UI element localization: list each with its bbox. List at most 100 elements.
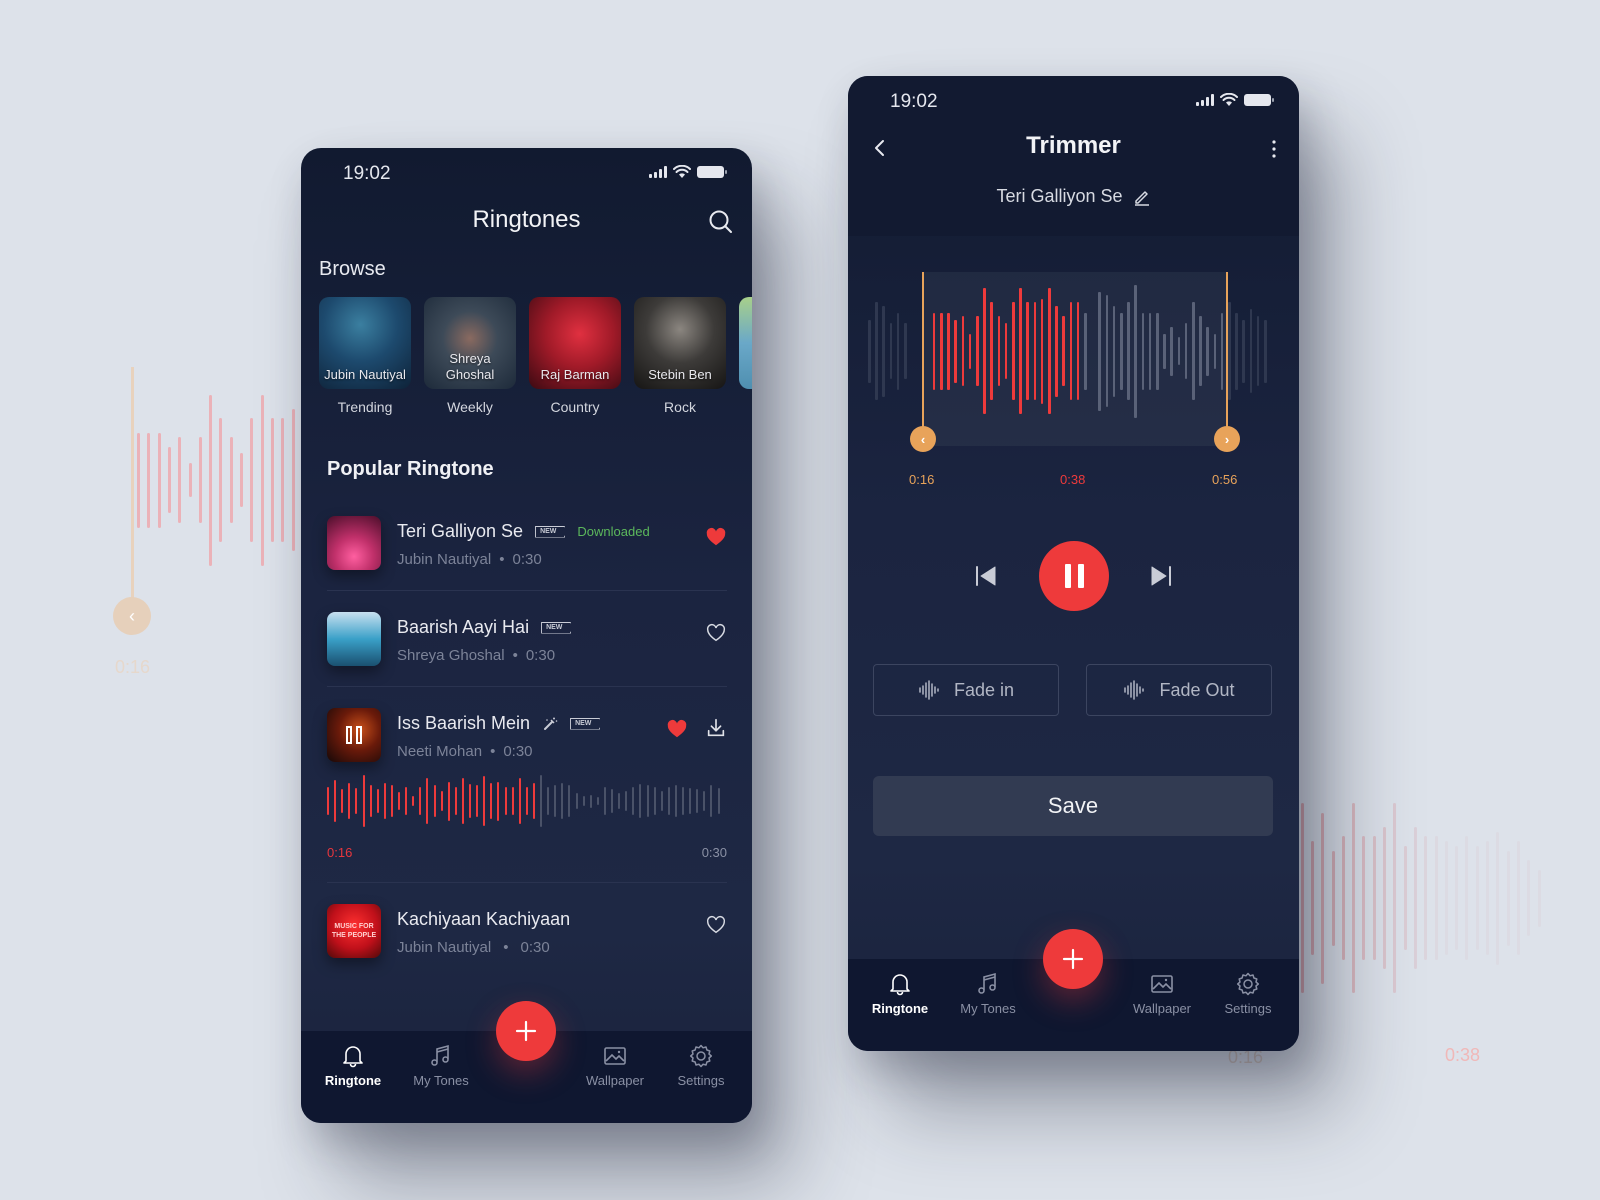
download-icon[interactable] (705, 717, 727, 739)
artist-card[interactable]: Raj Barman (529, 297, 621, 389)
edit-pencil-icon[interactable] (1133, 188, 1151, 206)
skip-next-icon[interactable] (1148, 563, 1174, 589)
artist-card[interactable]: Jubin Nautiyal (319, 297, 411, 389)
waveform-bar (341, 789, 344, 813)
browse-item-weekly[interactable]: Shreya Ghoshal Weekly (424, 297, 516, 415)
waveform-bar (229, 437, 233, 523)
more-vertical-icon[interactable] (1269, 139, 1279, 159)
separator: • (499, 551, 505, 568)
separator: • (503, 939, 509, 956)
waveform-bar (219, 418, 223, 542)
separator: • (512, 647, 518, 664)
waveform-bar (1242, 319, 1245, 383)
fade-out-label: Fade Out (1159, 679, 1235, 700)
gear-icon (1236, 972, 1260, 996)
waveform-bar (1055, 305, 1058, 397)
waveform-bar (968, 333, 972, 369)
tab-my-tones[interactable]: My Tones (948, 971, 1028, 1016)
browse-item-rock[interactable]: Stebin Ben Rock (634, 297, 726, 415)
fade-out-button[interactable]: Fade Out (1086, 664, 1272, 716)
waveform-bar (1076, 302, 1080, 400)
tab-settings[interactable]: Settings (1208, 971, 1288, 1016)
heart-outline-icon[interactable] (705, 622, 727, 644)
artist-card[interactable]: Stebin Ben (634, 297, 726, 389)
save-button[interactable]: Save (873, 776, 1273, 836)
waveform-bar (646, 785, 649, 817)
waveform-bar (1199, 316, 1202, 386)
waveform-bar (1098, 291, 1101, 411)
waveform-bar (603, 786, 606, 816)
artist-name: Stebin Ben (648, 367, 712, 382)
add-button[interactable] (496, 1001, 556, 1061)
trim-start-handle[interactable]: ‹ (910, 426, 936, 452)
waveform-bar (240, 453, 243, 507)
add-button[interactable] (1043, 929, 1103, 989)
artist-name: Shreya Ghoshal (445, 351, 495, 382)
skip-previous-icon[interactable] (973, 563, 999, 589)
category-label: Weekly (447, 399, 493, 415)
waveform-bar (1300, 803, 1304, 993)
waveform-bar (1163, 333, 1166, 369)
waveform-bar (667, 786, 670, 816)
browse-item-country[interactable]: Raj Barman Country (529, 297, 621, 415)
waveform-bar (1127, 302, 1130, 400)
signal-icon (649, 166, 667, 178)
fade-in-button[interactable]: Fade in (873, 664, 1059, 716)
divider (327, 882, 727, 883)
search-icon[interactable] (708, 209, 734, 235)
waveform-bar (1455, 845, 1459, 951)
waveform-bar (1403, 845, 1407, 951)
waveform-bar (376, 789, 379, 813)
song-thumbnail[interactable] (327, 708, 381, 762)
status-time: 19:02 (343, 163, 391, 184)
tab-wallpaper[interactable]: Wallpaper (575, 1043, 655, 1088)
wifi-icon (1220, 93, 1238, 106)
tab-wallpaper[interactable]: Wallpaper (1122, 971, 1202, 1016)
waveform-bar (1235, 312, 1238, 390)
tab-label: Wallpaper (1132, 1001, 1192, 1016)
ringtones-screen: 19:02 Ringtones Browse Jubin Nautiyal Tr… (301, 148, 752, 1123)
song-item[interactable]: Teri Galliyon Se NEW Downloaded Jubin Na… (327, 516, 727, 572)
waveform-bar (490, 782, 493, 820)
waveform-bar (1444, 841, 1448, 955)
pause-icon-bar (1077, 564, 1084, 588)
heart-filled-icon[interactable] (666, 718, 688, 740)
pause-button[interactable] (1039, 541, 1109, 611)
waveform-bar (412, 795, 415, 807)
waveform-bar (260, 394, 264, 566)
waveform-bar (904, 323, 907, 379)
waveform-bar (1475, 845, 1479, 951)
browse-carousel: Jubin Nautiyal Trending Shreya Ghoshal W… (319, 297, 752, 415)
page-title: Trimmer (1026, 132, 1121, 159)
playback-waveform[interactable] (327, 773, 727, 829)
waveform-bar (433, 785, 436, 817)
trim-end-handle[interactable]: › (1214, 426, 1240, 452)
song-duration: 0:30 (525, 647, 556, 664)
tab-ringtone[interactable]: Ringtone (860, 971, 940, 1016)
browse-item-trending[interactable]: Jubin Nautiyal Trending (319, 297, 411, 415)
waveform-bar (1516, 841, 1520, 955)
waveform-bar (1192, 302, 1195, 400)
song-item-playing[interactable]: Iss Baarish Mein NEW Neeti Mohan • 0:30 (327, 708, 727, 764)
tab-settings[interactable]: Settings (661, 1043, 741, 1088)
heart-filled-icon[interactable] (705, 526, 727, 548)
song-artist: Jubin Nautiyal (397, 939, 492, 956)
trim-waveform[interactable] (868, 266, 1278, 446)
tab-my-tones[interactable]: My Tones (401, 1043, 481, 1088)
artist-card[interactable]: Shreya Ghoshal (424, 297, 516, 389)
trim-editor[interactable]: ‹ › 0:16 0:38 0:56 (848, 236, 1299, 496)
heart-outline-icon[interactable] (705, 914, 727, 936)
waveform-bar (1019, 288, 1022, 414)
song-thumbnail: MUSIC FOR THE PEOPLE (327, 904, 381, 958)
waveform-bar (440, 790, 443, 812)
waveform-bar (611, 789, 613, 813)
tab-ringtone[interactable]: Ringtone (313, 1043, 393, 1088)
pause-icon[interactable] (346, 726, 362, 744)
playback-controls (848, 541, 1299, 611)
artist-card-partial[interactable] (739, 297, 752, 389)
song-item[interactable]: MUSIC FOR THE PEOPLE Kachiyaan Kachiyaan… (327, 904, 727, 960)
waveform-bar (198, 437, 202, 523)
waveform-bar (1486, 841, 1489, 955)
waveform-bar (547, 786, 550, 816)
song-item[interactable]: Baarish Aayi Hai NEW Shreya Ghoshal • 0:30 (327, 612, 727, 668)
